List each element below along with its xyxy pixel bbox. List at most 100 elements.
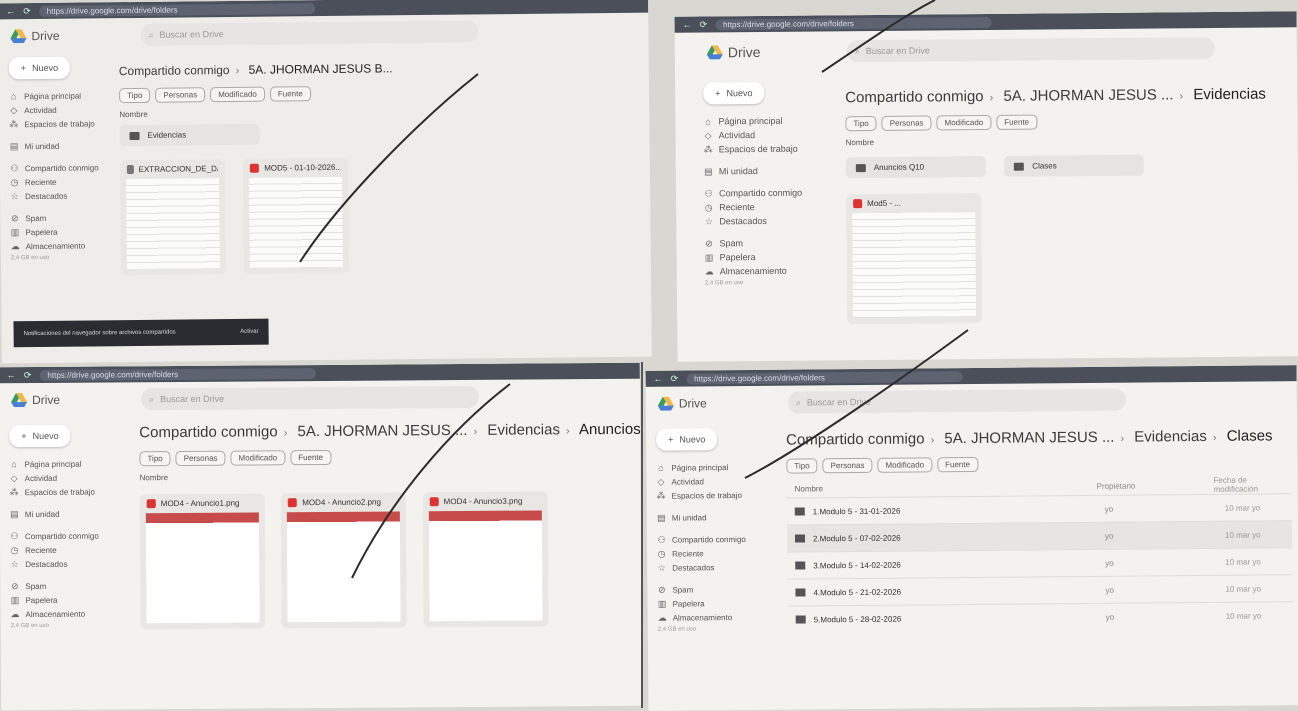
- sidebar-item-activity[interactable]: ◇ Actividad: [9, 102, 117, 117]
- sidebar-item-spam[interactable]: ⊘ Spam: [10, 578, 118, 593]
- breadcrumb-current[interactable]: Clases: [1227, 427, 1273, 444]
- url-field[interactable]: https://drive.google.com/drive/folders: [38, 2, 315, 17]
- filter-source[interactable]: Fuente: [996, 114, 1038, 130]
- file-card[interactable]: MOD4 - Anuncio3.png: [422, 491, 549, 628]
- file-card[interactable]: MOD4 - Anuncio2.png: [281, 492, 408, 629]
- sort-label[interactable]: Nombre: [140, 470, 635, 482]
- url-field[interactable]: https://drive.google.com/drive/folders: [715, 16, 992, 30]
- sidebar-item-workspaces[interactable]: ⁂ Espacios de trabajo: [10, 484, 118, 499]
- sidebar-item-home[interactable]: ⌂ Página principal: [656, 460, 764, 475]
- url-field[interactable]: https://drive.google.com/drive/folders: [686, 370, 963, 384]
- table-row[interactable]: 5.Modulo 5 - 28-02-2026 yo 10 mar yo: [787, 601, 1293, 633]
- sidebar-item-storage[interactable]: ☁ Almacenamiento: [705, 264, 813, 279]
- sidebar-item-home[interactable]: ⌂ Página principal: [703, 114, 811, 129]
- sidebar-item-home[interactable]: ⌂ Página principal: [9, 88, 117, 103]
- drive-logo[interactable]: Drive: [11, 392, 121, 408]
- url-field[interactable]: https://drive.google.com/drive/folders: [39, 367, 316, 381]
- file-card[interactable]: Mod5 - ...: [846, 193, 983, 325]
- breadcrumb-item[interactable]: Compartido conmigo: [845, 88, 984, 106]
- sidebar-item-storage[interactable]: ☁ Almacenamiento: [10, 606, 118, 621]
- sidebar-item-spam[interactable]: ⊘ Spam: [10, 210, 118, 225]
- sidebar-item-shared[interactable]: ⚇ Compartido conmigo: [657, 532, 765, 547]
- breadcrumb-current[interactable]: 5A. JHORMAN JESUS B...: [249, 61, 393, 77]
- breadcrumb-item[interactable]: 5A. JHORMAN JESUS ...: [1003, 86, 1173, 104]
- filter-modified[interactable]: Modificado: [230, 450, 286, 466]
- search-bar[interactable]: ⌕ Buscar en Drive: [140, 385, 480, 411]
- drive-logo[interactable]: Drive: [10, 28, 120, 44]
- back-icon[interactable]: ←: [6, 6, 15, 16]
- sidebar-item-workspaces[interactable]: ⁂ Espacios de trabajo: [704, 142, 812, 157]
- file-card[interactable]: MOD5 - 01-10-2026...: [243, 157, 350, 274]
- filter-modified[interactable]: Modificado: [877, 457, 933, 473]
- search-input[interactable]: Buscar en Drive: [159, 29, 223, 40]
- sidebar-item-my-drive[interactable]: ▤ Mi unidad: [704, 164, 812, 179]
- sidebar-item-home[interactable]: ⌂ Página principal: [9, 456, 117, 471]
- sidebar-item-my-drive[interactable]: ▤ Mi unidad: [10, 138, 118, 153]
- search-input[interactable]: Buscar en Drive: [866, 45, 930, 56]
- back-icon[interactable]: ←: [654, 374, 663, 384]
- folder-item[interactable]: Evidencias: [119, 123, 260, 147]
- sidebar-item-storage[interactable]: ☁ Almacenamiento: [11, 238, 119, 253]
- breadcrumb-item[interactable]: Compartido conmigo: [139, 423, 278, 441]
- filter-type[interactable]: Tipo: [786, 458, 818, 474]
- sidebar-item-starred[interactable]: ☆ Destacados: [10, 556, 118, 571]
- sidebar-item-recent[interactable]: ◷ Reciente: [657, 546, 765, 561]
- breadcrumb-current[interactable]: Evidencias: [1193, 86, 1266, 104]
- sidebar-item-starred[interactable]: ☆ Destacados: [10, 188, 118, 203]
- search-bar[interactable]: ⌕ Buscar en Drive: [787, 388, 1126, 414]
- search-bar[interactable]: ⌕ Buscar en Drive: [846, 37, 1215, 63]
- sort-label[interactable]: Nombre: [119, 105, 639, 119]
- sidebar-item-trash[interactable]: ▥ Papelera: [10, 592, 118, 607]
- file-card[interactable]: EXTRACCION_DE_DATOS...: [119, 159, 226, 276]
- sidebar-item-shared[interactable]: ⚇ Compartido conmigo: [704, 186, 812, 201]
- back-icon[interactable]: ←: [7, 370, 16, 380]
- reload-icon[interactable]: ⟳: [24, 370, 32, 381]
- search-bar[interactable]: ⌕ Buscar en Drive: [140, 20, 479, 46]
- folder-item[interactable]: Anuncios Q10: [845, 156, 986, 179]
- filter-source[interactable]: Fuente: [269, 86, 311, 102]
- filter-people[interactable]: Personas: [822, 457, 873, 474]
- sidebar-item-shared[interactable]: ⚇ Compartido conmigo: [10, 528, 118, 543]
- breadcrumb-item[interactable]: Compartido conmigo: [786, 430, 925, 448]
- sidebar-item-recent[interactable]: ◷ Reciente: [10, 542, 118, 557]
- sidebar-item-recent[interactable]: ◷ Reciente: [10, 174, 118, 189]
- filter-source[interactable]: Fuente: [937, 456, 979, 473]
- sidebar-item-trash[interactable]: ▥ Papelera: [705, 250, 813, 265]
- new-button[interactable]: + Nuevo: [703, 81, 765, 105]
- breadcrumb-item[interactable]: Evidencias: [487, 421, 560, 439]
- sidebar-item-activity[interactable]: ◇ Actividad: [703, 128, 811, 143]
- breadcrumb-item[interactable]: 5A. JHORMAN JESUS ...: [297, 422, 467, 440]
- breadcrumb-item[interactable]: Evidencias: [1134, 428, 1207, 446]
- filter-modified[interactable]: Modificado: [936, 114, 992, 131]
- filter-people[interactable]: Personas: [155, 87, 206, 103]
- search-input[interactable]: Buscar en Drive: [807, 397, 871, 408]
- filter-people[interactable]: Personas: [881, 115, 932, 131]
- sidebar-item-my-drive[interactable]: ▤ Mi unidad: [657, 510, 765, 525]
- breadcrumb-item[interactable]: Compartido conmigo: [119, 63, 230, 78]
- sidebar-item-starred[interactable]: ☆ Destacados: [657, 560, 765, 575]
- sidebar-item-recent[interactable]: ◷ Reciente: [704, 200, 812, 215]
- sidebar-item-trash[interactable]: ▥ Papelera: [658, 596, 766, 611]
- filter-type[interactable]: Tipo: [139, 451, 171, 467]
- filter-people[interactable]: Personas: [175, 450, 226, 467]
- filter-type[interactable]: Tipo: [119, 87, 151, 104]
- snackbar-action[interactable]: Activar: [240, 329, 258, 335]
- sidebar-item-shared[interactable]: ⚇ Compartido conmigo: [10, 160, 118, 175]
- new-button[interactable]: + Nuevo: [656, 428, 718, 451]
- breadcrumb-item[interactable]: 5A. JHORMAN JESUS ...: [944, 429, 1114, 447]
- sidebar-item-spam[interactable]: ⊘ Spam: [704, 236, 812, 251]
- new-button[interactable]: + Nuevo: [9, 424, 71, 448]
- drive-logo[interactable]: Drive: [687, 43, 837, 60]
- folder-item[interactable]: Clases: [1004, 154, 1145, 177]
- reload-icon[interactable]: ⟳: [700, 19, 708, 30]
- column-name[interactable]: Nombre: [787, 481, 1097, 493]
- sidebar-item-activity[interactable]: ◇ Actividad: [656, 474, 764, 489]
- sidebar-item-starred[interactable]: ☆ Destacados: [704, 214, 812, 229]
- filter-type[interactable]: Tipo: [845, 115, 877, 132]
- file-card[interactable]: MOD4 - Anuncio1.png: [139, 493, 266, 630]
- filter-source[interactable]: Fuente: [290, 449, 332, 466]
- reload-icon[interactable]: ⟳: [671, 373, 679, 384]
- breadcrumb-current[interactable]: Anuncios Q10: [579, 421, 642, 439]
- drive-logo[interactable]: Drive: [657, 396, 768, 411]
- reload-icon[interactable]: ⟳: [23, 6, 31, 17]
